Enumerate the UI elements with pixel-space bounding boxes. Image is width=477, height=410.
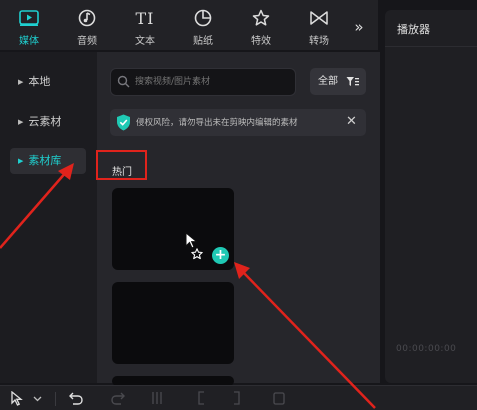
shield-check-icon bbox=[117, 114, 130, 131]
redo-icon[interactable] bbox=[111, 392, 125, 405]
trim-right-icon[interactable] bbox=[232, 391, 242, 405]
caret-right-icon: ▶ bbox=[18, 157, 24, 165]
sidebar: ▶ 本地 ▶ 云素材 ▶ 素材库 bbox=[0, 52, 97, 383]
sidebar-item-label: 云素材 bbox=[28, 115, 62, 128]
bottom-toolbar bbox=[0, 385, 477, 410]
sidebar-item-label: 素材库 bbox=[28, 154, 62, 167]
tab-transition[interactable]: 转场 bbox=[290, 0, 348, 50]
transition-icon bbox=[290, 9, 348, 27]
sidebar-item-label: 本地 bbox=[28, 75, 51, 88]
delete-icon[interactable] bbox=[272, 391, 286, 405]
sidebar-item-local[interactable]: ▶ 本地 bbox=[10, 69, 86, 95]
tab-media[interactable]: 媒体 bbox=[0, 0, 58, 50]
player-title: 播放器 bbox=[397, 23, 430, 36]
search-icon bbox=[117, 75, 130, 88]
undo-icon[interactable] bbox=[69, 392, 83, 405]
caret-right-icon: ▶ bbox=[18, 78, 24, 86]
toolbar-divider bbox=[55, 392, 56, 406]
more-tabs-button[interactable]: » bbox=[346, 14, 372, 40]
trim-left-icon[interactable] bbox=[196, 391, 206, 405]
tab-label: 媒体 bbox=[19, 36, 39, 47]
tab-effects[interactable]: 特效 bbox=[232, 0, 290, 50]
tab-sticker[interactable]: 贴纸 bbox=[174, 0, 232, 50]
tab-label: 音频 bbox=[77, 36, 97, 47]
filter-icon bbox=[346, 77, 359, 86]
top-toolbar: 媒体 音频 TI 文本 贴纸 特效 转场 » bbox=[0, 0, 378, 50]
sticker-icon bbox=[174, 9, 232, 27]
annotation-highlight-box bbox=[96, 150, 147, 180]
search-input[interactable] bbox=[135, 72, 290, 92]
player-divider bbox=[385, 46, 477, 47]
tab-label: 特效 bbox=[251, 36, 271, 47]
text-icon: TI bbox=[135, 8, 155, 28]
caret-right-icon: ▶ bbox=[18, 118, 24, 126]
tab-text[interactable]: TI 文本 bbox=[116, 0, 174, 50]
tab-audio[interactable]: 音频 bbox=[58, 0, 116, 50]
select-pointer-icon[interactable] bbox=[11, 391, 25, 406]
favorite-star-icon[interactable] bbox=[191, 248, 203, 260]
notice-text: 侵权风险，请勿导出未在剪映内编辑的素材 bbox=[136, 118, 298, 128]
tab-label: 贴纸 bbox=[193, 36, 213, 47]
filter-button[interactable]: 全部 bbox=[310, 68, 366, 95]
sidebar-item-library[interactable]: ▶ 素材库 bbox=[10, 148, 86, 174]
chevron-down-icon[interactable] bbox=[33, 396, 42, 402]
media-thumbnail[interactable] bbox=[112, 282, 234, 364]
add-to-track-button[interactable]: + bbox=[212, 247, 229, 264]
split-icon[interactable] bbox=[151, 391, 163, 405]
tab-label: 文本 bbox=[135, 36, 155, 47]
audio-icon bbox=[58, 9, 116, 27]
close-icon[interactable]: ✕ bbox=[346, 114, 357, 130]
effects-icon bbox=[232, 9, 290, 27]
tab-label: 转场 bbox=[309, 36, 329, 47]
filter-label: 全部 bbox=[318, 76, 338, 87]
player-timecode: 00:00:00:00 bbox=[396, 344, 457, 354]
sidebar-item-cloud[interactable]: ▶ 云素材 bbox=[10, 109, 86, 135]
player-panel bbox=[385, 10, 477, 383]
media-icon bbox=[0, 9, 58, 27]
